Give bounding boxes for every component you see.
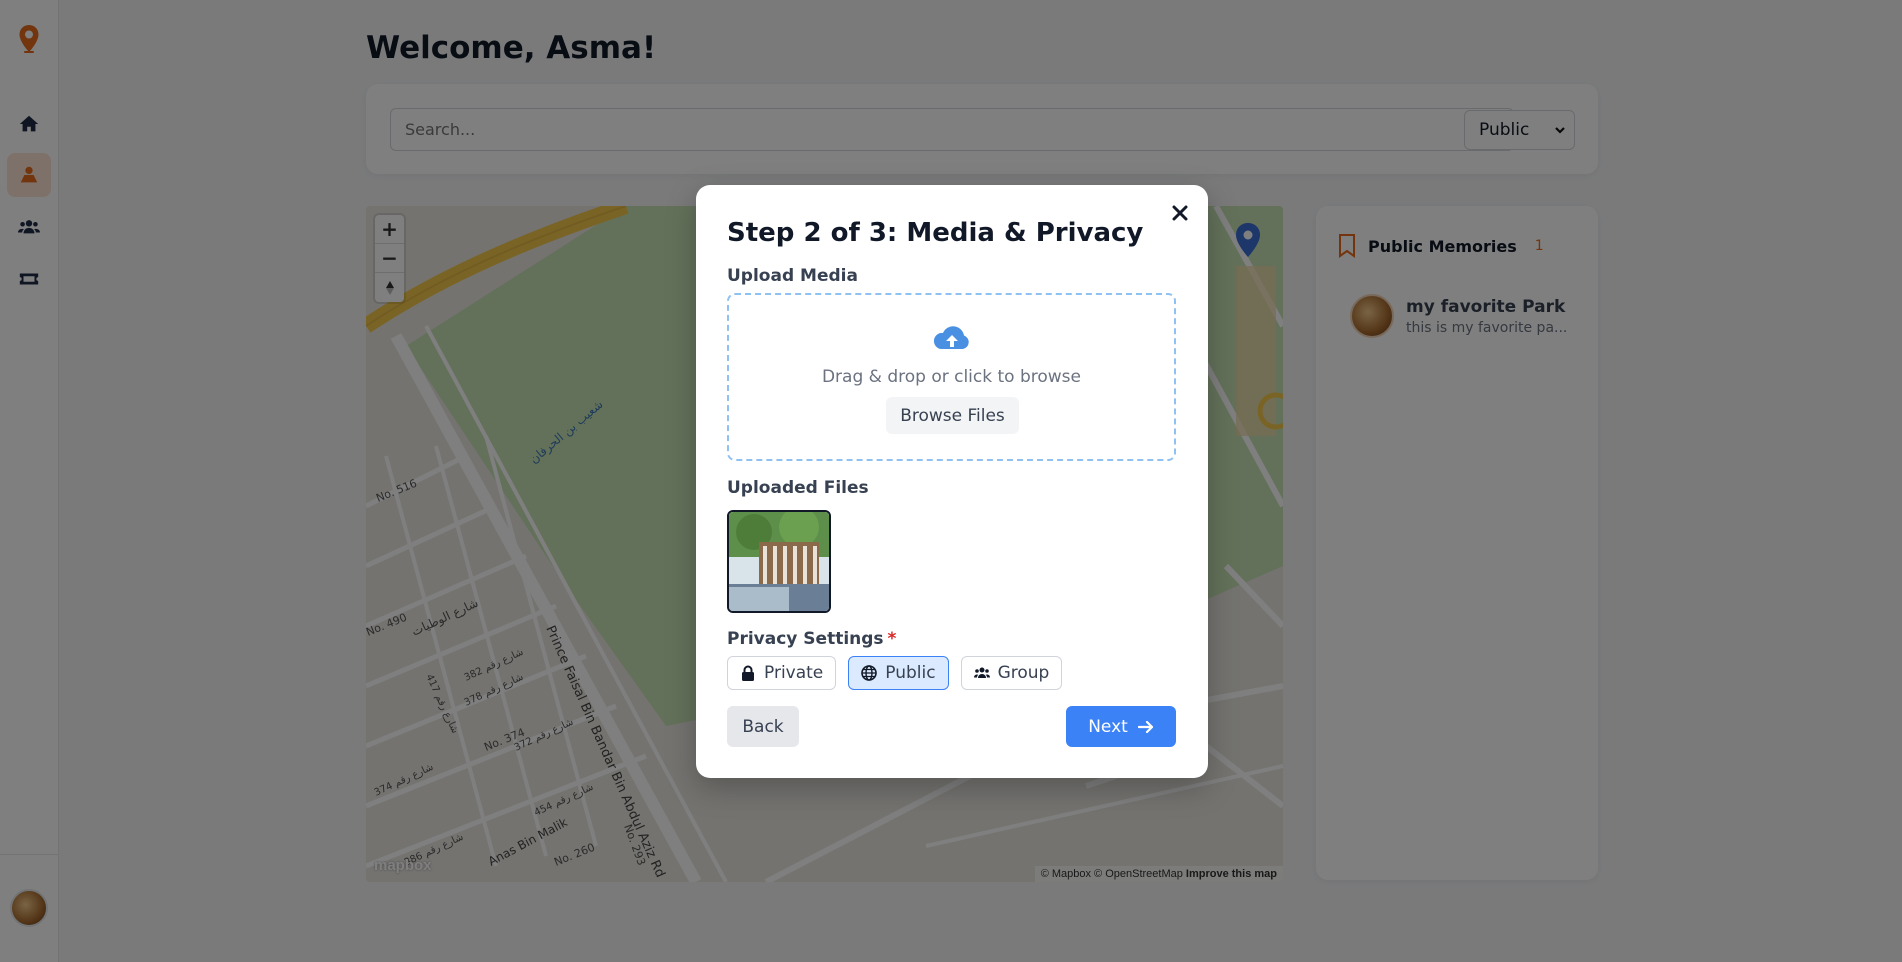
privacy-settings-label: Privacy Settings * xyxy=(727,629,896,649)
upload-dropzone[interactable]: Drag & drop or click to browse Browse Fi… xyxy=(727,293,1176,461)
uploaded-file-thumbnail[interactable] xyxy=(727,510,831,613)
modal-title: Step 2 of 3: Media & Privacy xyxy=(727,218,1144,248)
upload-media-label: Upload Media xyxy=(727,266,858,286)
close-button[interactable] xyxy=(1168,201,1192,225)
next-button-label: Next xyxy=(1088,716,1128,737)
privacy-group-button[interactable]: Group xyxy=(960,656,1063,690)
privacy-public-button[interactable]: Public xyxy=(848,656,949,690)
dropzone-text: Drag & drop or click to browse xyxy=(821,367,1082,387)
browse-files-button[interactable]: Browse Files xyxy=(886,397,1019,434)
media-privacy-modal: Step 2 of 3: Media & Privacy Upload Medi… xyxy=(696,185,1208,778)
privacy-options: Private Public Group xyxy=(727,656,1063,690)
globe-icon xyxy=(861,665,878,681)
close-icon xyxy=(1172,205,1188,221)
privacy-settings-text: Privacy Settings xyxy=(727,629,884,649)
next-button[interactable]: Next xyxy=(1066,706,1176,747)
cloud-upload-icon xyxy=(933,326,969,349)
back-button[interactable]: Back xyxy=(727,706,799,747)
privacy-public-label: Public xyxy=(885,663,936,683)
users-icon xyxy=(973,667,990,678)
privacy-private-button[interactable]: Private xyxy=(727,656,837,690)
lock-icon xyxy=(742,665,754,681)
uploaded-image xyxy=(729,512,829,611)
required-marker: * xyxy=(887,629,897,649)
uploaded-files-label: Uploaded Files xyxy=(727,478,869,498)
privacy-group-label: Group xyxy=(997,663,1050,683)
arrow-right-icon xyxy=(1137,720,1153,733)
privacy-private-label: Private xyxy=(764,663,824,683)
